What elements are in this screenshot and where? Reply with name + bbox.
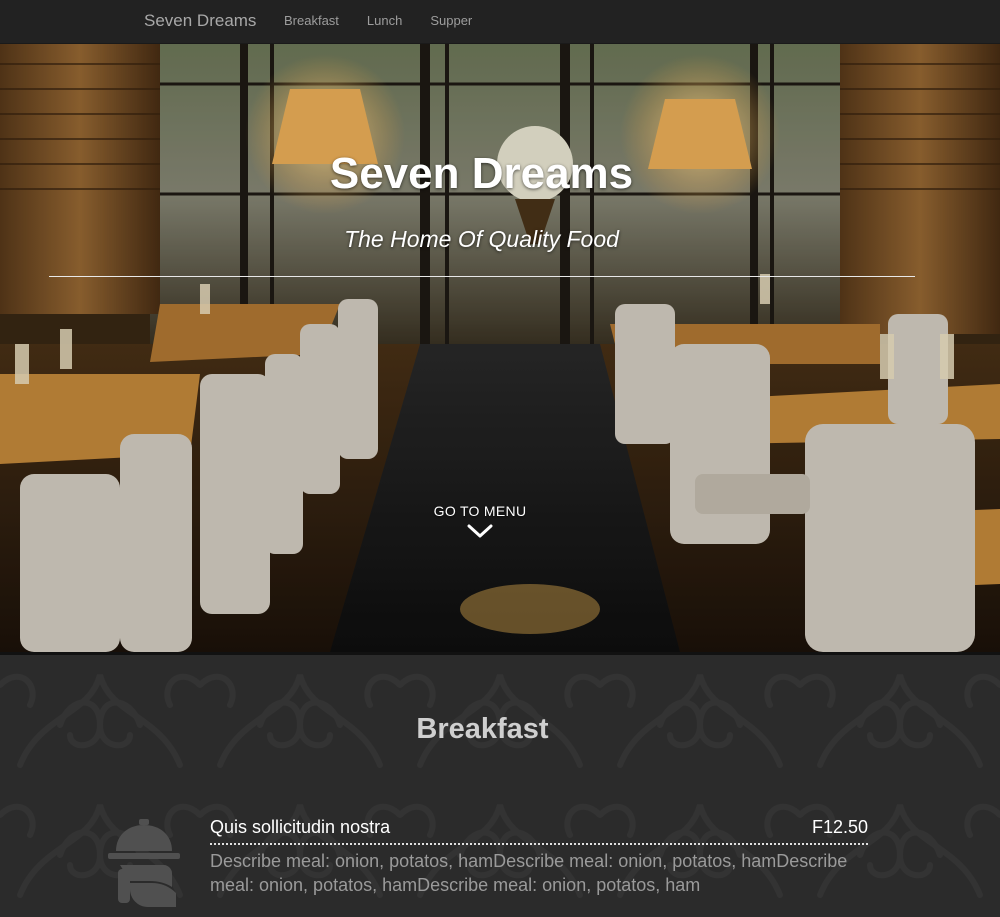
nav-link-lunch[interactable]: Lunch	[367, 13, 402, 28]
menu-item: Quis sollicitudin nostra F12.50 Describe…	[108, 815, 868, 915]
nav-links: Breakfast Lunch Supper	[284, 13, 500, 28]
breakfast-section: Breakfast Quis sollicitudin nostra F12.5…	[0, 652, 1000, 917]
hero-overlay	[0, 44, 1000, 652]
go-to-menu-label: GO TO MENU	[433, 503, 527, 519]
brand-link[interactable]: Seven Dreams	[144, 11, 256, 31]
hero-title: Seven Dreams	[329, 149, 634, 198]
menu-item-name: Quis sollicitudin nostra	[210, 817, 391, 837]
hero-divider	[49, 276, 915, 277]
go-to-menu-link[interactable]: GO TO MENU	[410, 503, 550, 539]
hero-subtitle: The Home Of Quality Food	[344, 226, 619, 252]
menu-item-description: Describe meal: onion, potatos, hamDescri…	[210, 851, 848, 895]
nav-link-breakfast[interactable]: Breakfast	[284, 13, 339, 28]
food-cloche-icon	[108, 819, 180, 907]
hero-section: Seven Dreams The Home Of Quality Food GO…	[0, 44, 1000, 652]
chevron-down-icon	[467, 524, 493, 538]
menu-item-price: F12.50	[811, 817, 868, 837]
nav-link-supper[interactable]: Supper	[430, 13, 472, 28]
top-navbar: Seven Dreams Breakfast Lunch Supper	[0, 0, 1000, 44]
dotted-leader	[210, 843, 868, 845]
section-title: Breakfast	[416, 713, 549, 745]
